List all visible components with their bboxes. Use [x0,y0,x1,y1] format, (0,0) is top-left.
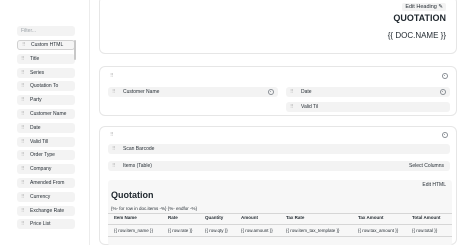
field-items-table[interactable]: ⠿ Items (Table) Select Columns [108,161,450,171]
sidebar-field-label: Series [30,69,45,76]
drag-handle-icon: ⠿ [112,146,116,152]
section-items: ⠿ ⠿ Scan Barcode ⠿ Items (Table) Select … [99,126,457,245]
sidebar-field-item[interactable]: ⠿ Quotation To [17,81,75,92]
edit-heading-button[interactable]: Edit Heading ✎ [402,3,446,11]
sidebar-field-label: Amended From [30,179,65,186]
sidebar-field-label: Price List [30,221,51,228]
print-format-canvas: Edit Heading ✎ QUOTATION {{ DOC.NAME }} … [97,0,467,245]
page-title: QUOTATION [393,13,446,23]
drag-handle-icon: ⠿ [21,83,25,90]
drag-handle-icon: ⠿ [21,207,25,214]
drag-handle-icon: ⠿ [21,166,25,173]
sidebar-field-label: Title [30,55,40,62]
sidebar-field-item[interactable]: ⠿ Price List [17,219,75,230]
table-cell: {{ row.amount }} [241,228,273,233]
sidebar-field-label: Custom HTML [31,42,64,48]
custom-html-block[interactable]: Edit HTML Quotation {%- for row in doc.i… [108,180,452,245]
table-cell: {{ row.rate }} [168,228,193,233]
sidebar-field-item[interactable]: ⠿ Exchange Rate [17,205,75,216]
sidebar-field-item[interactable]: ⠿ Order Type [17,150,75,161]
table-cell: {{ row.total }} [412,228,438,233]
table-header-cell: Tax Amount [358,215,384,220]
drag-handle-icon: ⠿ [21,138,25,145]
sidebar-field-label: Customer Name [30,110,67,117]
sidebar-field-item[interactable]: ⠿ Amended From [17,177,75,188]
sidebar-field-label: Date [30,124,41,131]
gear-icon[interactable] [268,89,274,95]
drag-handle-icon: ⠿ [21,193,25,200]
drag-handle-icon: ⠿ [21,69,25,76]
filter-input[interactable]: Filter... [17,26,75,36]
sidebar-field-item[interactable]: ⠿ Date [17,122,75,133]
table-divider [108,213,452,214]
pencil-icon: ✎ [438,4,443,10]
section-customer: ⠿ ⠿ Customer Name ⠿ Date ⠿ Valid Til [99,66,457,116]
drag-handle-icon: ⠿ [290,104,294,110]
drag-handle-icon: ⠿ [22,42,26,48]
table-header-cell: Quantity [205,215,224,220]
sidebar-field-item[interactable]: ⠿ Series [17,67,75,78]
drag-handle-icon[interactable]: ⠿ [110,132,114,138]
html-code-line: {%- for row in doc.items -%} {%- endfor … [111,206,198,211]
sidebar-field-label: Exchange Rate [30,207,65,214]
field-customer-name[interactable]: ⠿ Customer Name [108,87,278,97]
sidebar-field-item[interactable]: ⠿ Title [17,53,75,64]
gear-icon[interactable] [442,132,448,138]
table-cell: {{ row.item_name }} [114,228,154,233]
table-header-cell: Tax Rate [286,215,305,220]
table-header-cell: Total Amount [412,215,441,220]
table-header-cell: Amount [241,215,258,220]
sidebar-field-item[interactable]: ⠿ Company [17,164,75,175]
sidebar-field-label: Quotation To [30,83,59,90]
field-valid-till[interactable]: ⠿ Valid Til [286,102,450,112]
field-label: Valid Til [301,104,319,110]
table-cell: {{ row.item_tax_template }} [286,228,340,233]
gear-icon[interactable] [440,89,446,95]
drag-handle-icon: ⠿ [21,124,25,131]
sidebar-field-item[interactable]: ⠿ Custom HTML [17,40,75,50]
drag-handle-icon: ⠿ [21,55,25,62]
print-heading-section: Edit Heading ✎ QUOTATION {{ DOC.NAME }} [99,0,457,54]
table-cell: {{ row.qty }} [205,228,228,233]
sidebar-field-label: Company [30,166,52,173]
gear-icon[interactable] [442,73,448,79]
table-cell: {{ row.tax_amount }} [358,228,399,233]
sidebar-field-item[interactable]: ⠿ Currency [17,191,75,202]
table-header-cell: Item Name [114,215,137,220]
drag-handle-icon: ⠿ [21,110,25,117]
field-label: Scan Barcode [123,146,155,152]
doc-name-placeholder: {{ DOC.NAME }} [387,31,446,40]
table-divider [108,236,452,237]
sidebar-scrollbar[interactable] [74,40,76,60]
field-label: Customer Name [123,89,160,95]
field-scan-barcode[interactable]: ⠿ Scan Barcode [108,144,450,154]
drag-handle-icon: ⠿ [112,163,116,169]
drag-handle-icon[interactable]: ⠿ [110,73,114,79]
sidebar-field-label: Valid Till [30,138,49,145]
drag-handle-icon: ⠿ [21,97,25,104]
drag-handle-icon: ⠿ [21,152,25,159]
sidebar-field-item[interactable]: ⠿ Customer Name [17,108,75,119]
edit-html-button[interactable]: Edit HTML [422,182,446,188]
fields-sidebar: Filter... ⠿ Custom HTML ⠿ Title ⠿ Series ⠿ Quot… [0,0,90,245]
edit-heading-label: Edit Heading [405,4,437,10]
drag-handle-icon: ⠿ [290,89,294,95]
sidebar-field-label: Party [30,97,42,104]
sidebar-field-label: Order Type [30,152,55,159]
html-title: Quotation [111,190,154,200]
sidebar-field-item[interactable]: ⠿ Valid Till [17,136,75,147]
field-label: Date [301,89,312,95]
drag-handle-icon: ⠿ [21,179,25,186]
field-list: ⠿ Custom HTML ⠿ Title ⠿ Series ⠿ Quotation To ⠿ P… [17,40,75,233]
drag-handle-icon: ⠿ [21,221,25,228]
table-header-cell: Rate [168,215,178,220]
drag-handle-icon: ⠿ [112,89,116,95]
select-columns-button[interactable]: Select Columns [409,163,444,169]
field-date[interactable]: ⠿ Date [286,87,450,97]
sidebar-field-item[interactable]: ⠿ Party [17,95,75,106]
field-label: Items (Table) [123,163,152,169]
table-divider [108,224,452,225]
sidebar-field-label: Currency [30,193,51,200]
